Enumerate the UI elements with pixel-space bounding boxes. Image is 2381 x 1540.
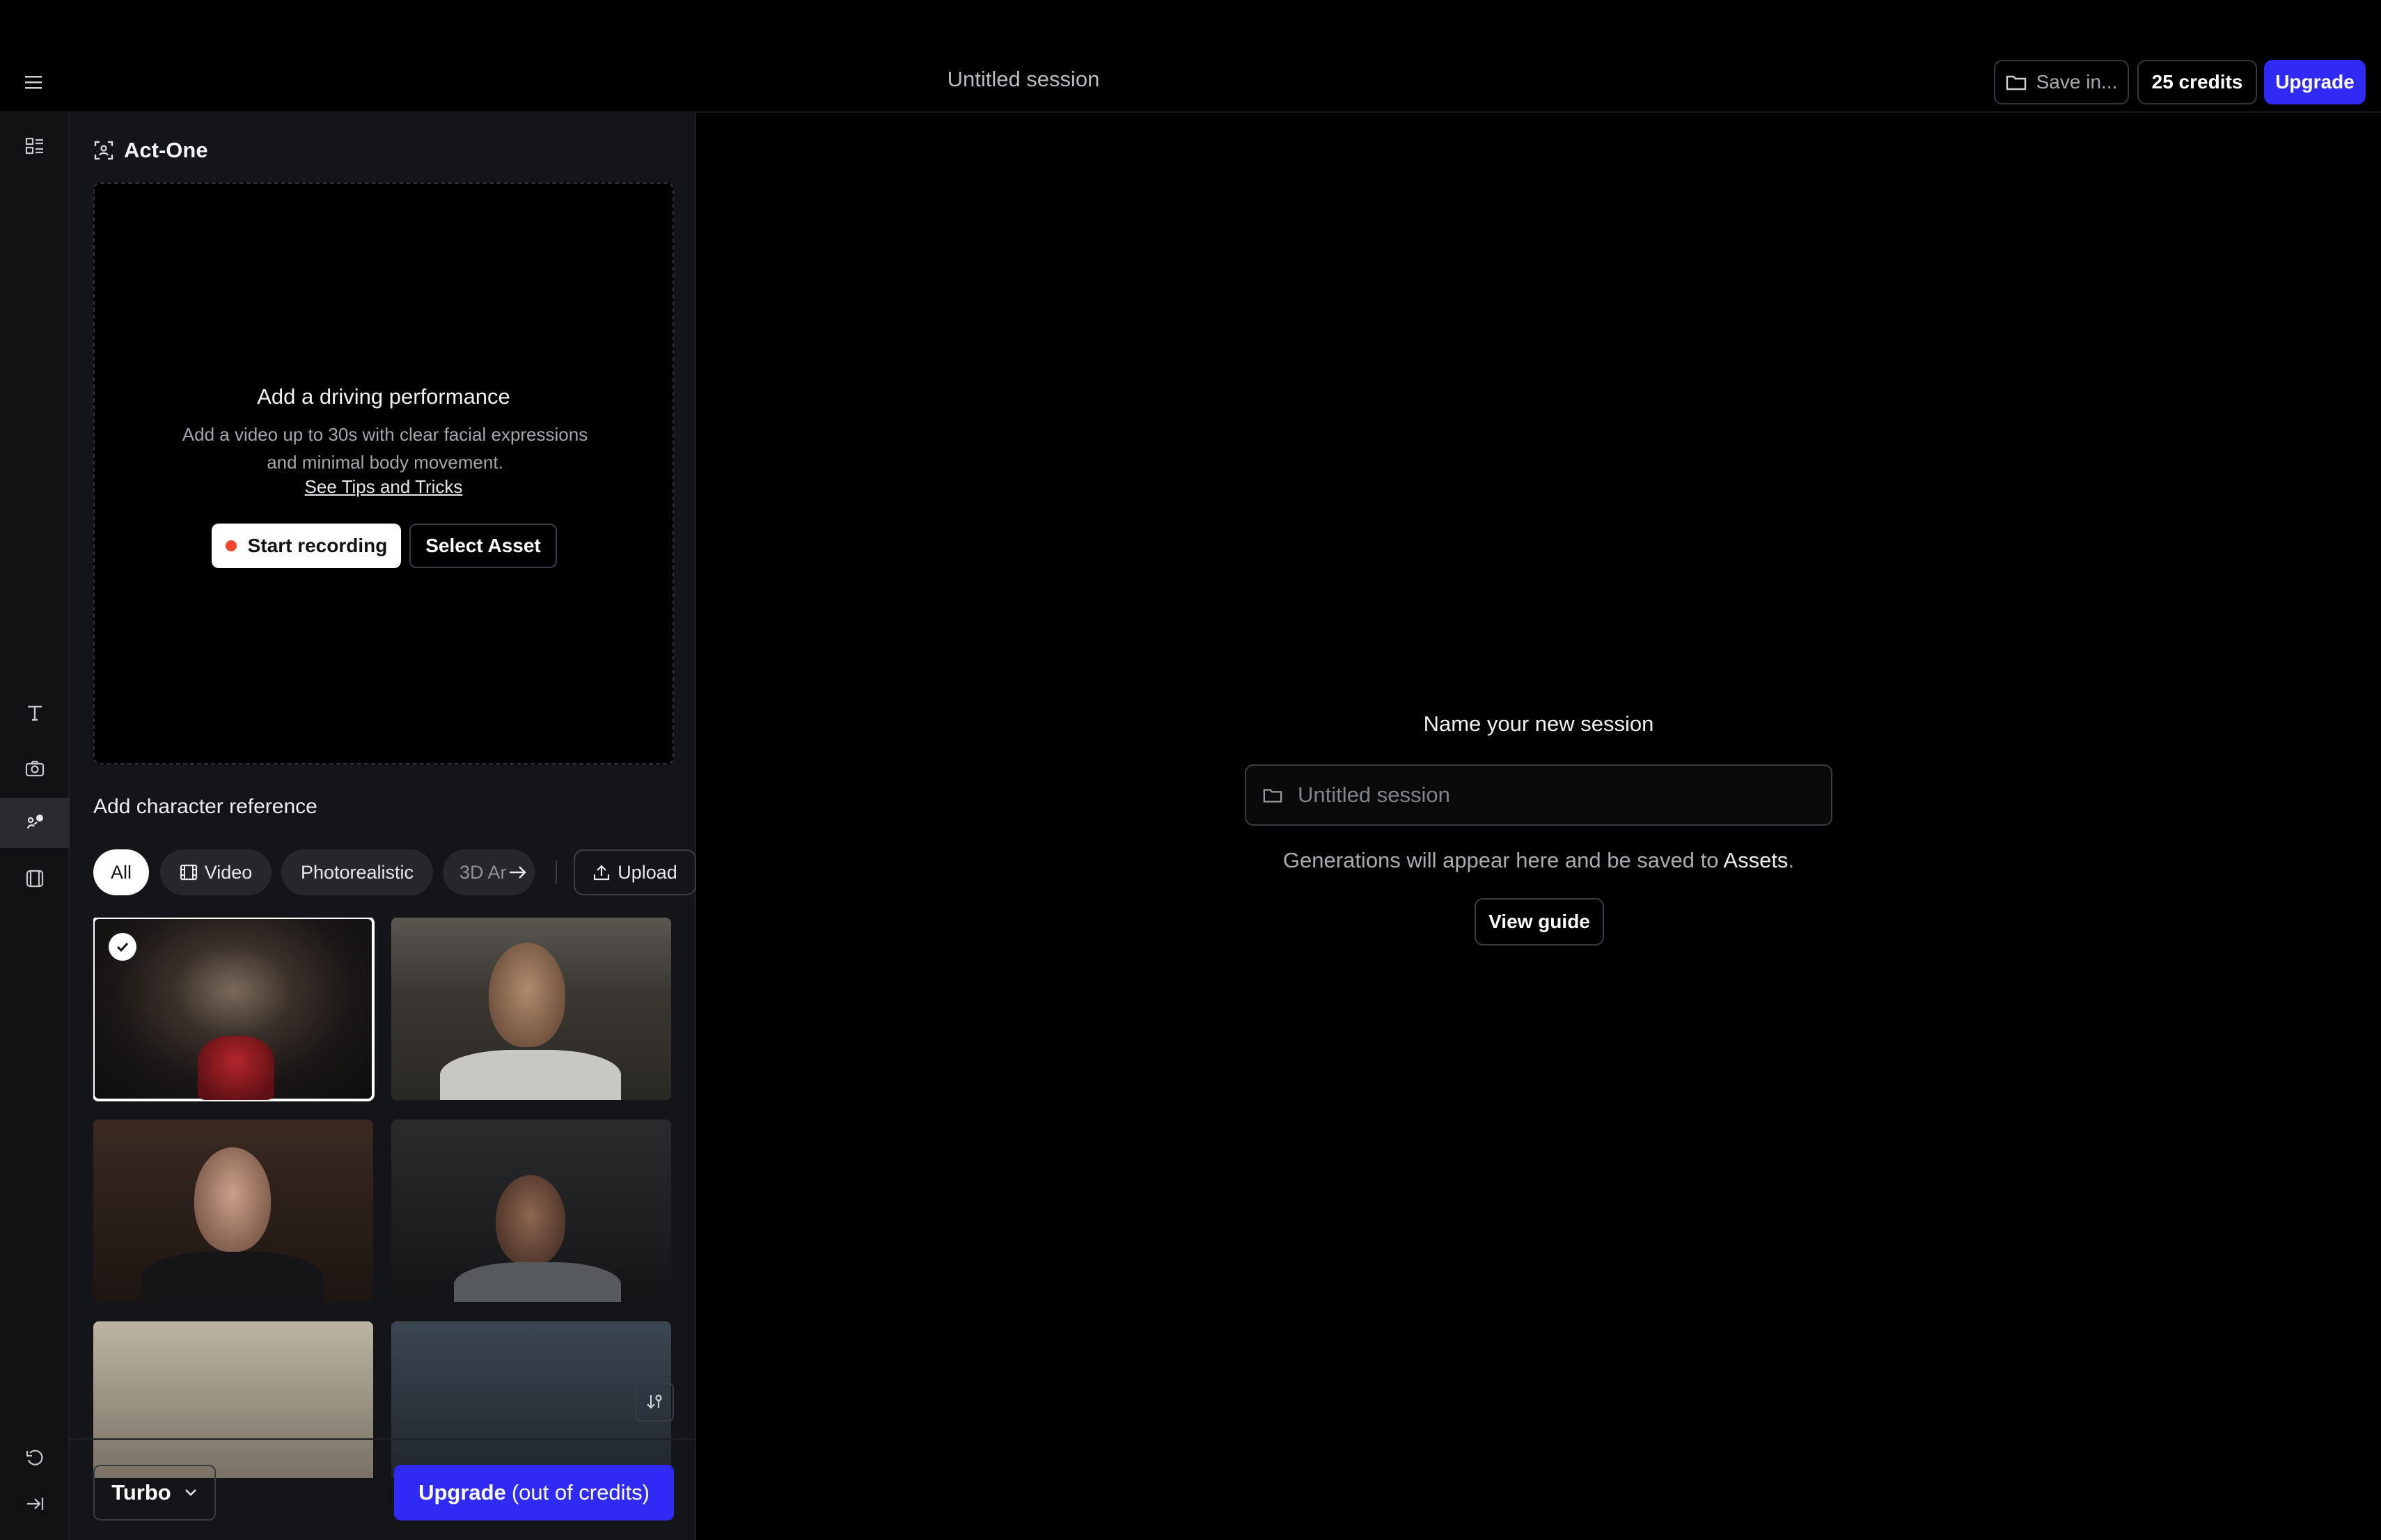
character-face [194, 1147, 271, 1252]
filter-all[interactable]: All [93, 849, 149, 895]
folder-icon [2006, 74, 2027, 91]
character-thumbnail[interactable] [93, 1119, 373, 1302]
left-rail [0, 113, 70, 1540]
panel-title-label: Act-One [124, 138, 208, 162]
save-in-button[interactable]: Save in... [1994, 60, 2129, 104]
menu-icon[interactable] [19, 68, 47, 96]
upload-icon [592, 863, 611, 881]
assets-link[interactable]: Assets [1723, 848, 1788, 872]
act-one-icon[interactable] [0, 798, 70, 848]
folder-icon [1263, 787, 1282, 803]
upgrade-strong-label: Upgrade [418, 1480, 506, 1504]
filter-video-label: Video [204, 861, 253, 883]
session-name-field[interactable] [1245, 764, 1832, 826]
generations-note-end: . [1788, 848, 1795, 872]
arrow-right-icon[interactable] [508, 864, 528, 881]
drop-zone-title: Add a driving performance [257, 384, 510, 409]
select-asset-button[interactable]: Select Asset [409, 524, 557, 568]
save-in-label: Save in... [2036, 71, 2118, 93]
upgrade-button[interactable]: Upgrade [2264, 60, 2366, 104]
filter-3d-label: 3D Ar [459, 861, 507, 883]
tips-link[interactable]: See Tips and Tricks [95, 476, 673, 498]
panel-footer: Turbo Upgrade (out of credits) [70, 1438, 695, 1540]
performance-drop-zone[interactable]: Add a driving performance Add a video up… [93, 182, 674, 764]
film-icon [180, 863, 198, 881]
character-face [496, 1175, 565, 1266]
start-recording-label: Start recording [247, 535, 388, 556]
act-one-panel: Act-One Add a driving performance Add a … [70, 113, 696, 1540]
top-bar: Untitled session Save in... 25 credits U… [0, 0, 2381, 113]
filter-chips: All Video Photorealistic 3D Ar Upload [93, 849, 696, 895]
name-session-label: Name your new session [1423, 712, 1654, 736]
upload-button[interactable]: Upload [574, 849, 696, 895]
character-reference-title: Add character reference [93, 795, 317, 818]
view-guide-button[interactable]: View guide [1475, 898, 1604, 945]
filter-3d[interactable]: 3D Ar [443, 849, 535, 895]
chip-divider [556, 861, 557, 884]
character-thumbnail[interactable] [391, 918, 671, 1100]
dashboard-icon[interactable] [15, 127, 54, 166]
main-canvas: Name your new session Generations will a… [696, 113, 2381, 1540]
generations-note: Generations will appear here and be save… [1044, 848, 2033, 873]
filter-photorealistic[interactable]: Photorealistic [281, 849, 433, 895]
start-recording-button[interactable]: Start recording [212, 524, 401, 568]
character-thumbnail[interactable] [391, 1119, 671, 1302]
character-grid [93, 918, 674, 1478]
collapse-icon[interactable] [15, 1484, 54, 1523]
film-icon[interactable] [15, 859, 54, 898]
generations-note-text: Generations will appear here and be save… [1282, 848, 1724, 872]
character-thumbnail[interactable] [93, 918, 375, 1101]
upgrade-out-of-credits-button[interactable]: Upgrade (out of credits) [394, 1465, 674, 1521]
model-select-label: Turbo [111, 1480, 171, 1504]
chevron-down-icon [184, 1488, 198, 1498]
sort-icon[interactable] [635, 1383, 674, 1422]
character-body [142, 1252, 323, 1302]
character-scarf [198, 1036, 274, 1100]
check-icon [109, 933, 136, 961]
upload-label: Upload [618, 861, 677, 883]
drop-zone-description: Add a video up to 30s with clear facial … [182, 424, 588, 473]
filter-video[interactable]: Video [160, 849, 272, 895]
session-title[interactable]: Untitled session [835, 67, 1211, 92]
model-select[interactable]: Turbo [93, 1465, 216, 1521]
credits-button[interactable]: 25 credits [2137, 60, 2257, 104]
character-body [454, 1262, 621, 1302]
panel-title: Act-One [93, 136, 208, 164]
undo-icon[interactable] [15, 1438, 54, 1477]
upgrade-note-label: (out of credits) [511, 1480, 650, 1504]
character-body [440, 1050, 621, 1100]
session-name-input[interactable] [1296, 782, 1812, 808]
face-scan-icon [93, 140, 114, 161]
character-face [489, 943, 565, 1047]
camera-icon[interactable] [15, 749, 54, 788]
record-dot-icon [225, 540, 237, 551]
text-tool-icon[interactable] [15, 693, 54, 732]
